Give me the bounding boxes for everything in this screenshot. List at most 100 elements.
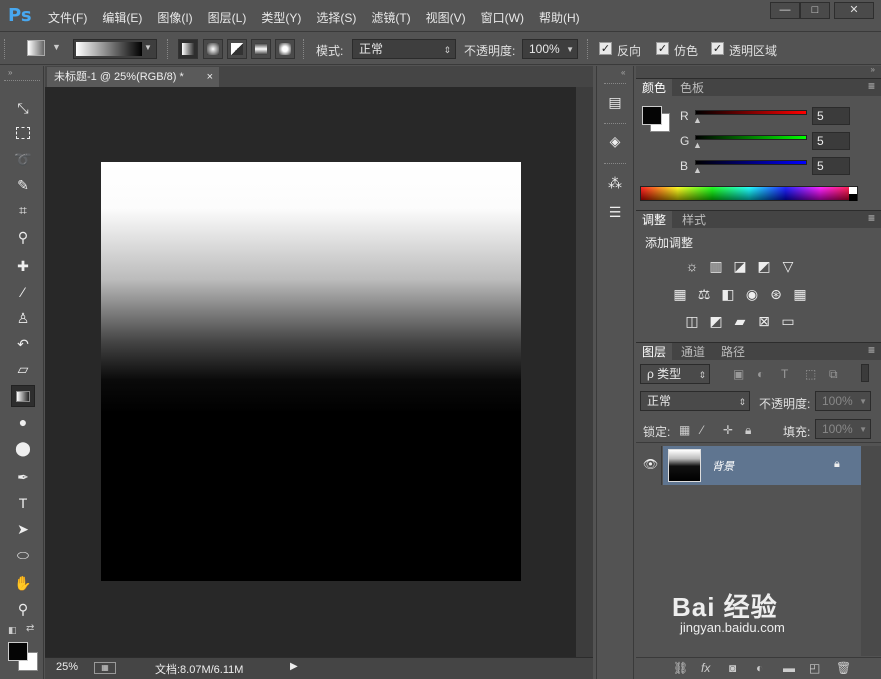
b-value-field[interactable]: 5: [812, 157, 850, 175]
new-layer-icon[interactable]: ◰: [809, 661, 820, 675]
clone-stamp-tool-icon[interactable]: ♙: [11, 307, 35, 329]
zoom-tool-icon[interactable]: ⚲: [11, 598, 35, 620]
play-icon[interactable]: ▶: [290, 661, 298, 672]
b-slider-handle[interactable]: ▲: [693, 165, 702, 175]
document-tab[interactable]: 未标题-1 @ 25%(RGB/8) * ×: [47, 67, 219, 87]
levels-icon[interactable]: ▥: [707, 257, 725, 275]
reverse-checkbox[interactable]: ✓: [599, 42, 612, 55]
dock-grip[interactable]: [604, 123, 626, 126]
foreground-color-swatch[interactable]: [8, 642, 28, 661]
lasso-tool-icon[interactable]: ➰: [11, 148, 35, 170]
radial-gradient-button[interactable]: [203, 39, 223, 59]
eyedropper-tool-icon[interactable]: ⚲: [11, 226, 35, 248]
r-slider[interactable]: [695, 110, 807, 115]
toolbar-grip[interactable]: [4, 80, 40, 83]
filter-smart-object-icon[interactable]: ⧉: [829, 367, 838, 382]
tab-color[interactable]: 颜色: [636, 79, 673, 97]
brush-panel-icon[interactable]: ☰: [604, 201, 626, 223]
lock-transparent-icon[interactable]: ▦: [679, 423, 690, 437]
color-balance-icon[interactable]: ⚖: [695, 285, 713, 303]
posterize-icon[interactable]: ◩: [707, 312, 725, 330]
gradient-tool-preset-icon[interactable]: [27, 40, 45, 56]
move-tool-icon[interactable]: ⤡: [11, 97, 35, 119]
crop-tool-icon[interactable]: ⌗: [11, 199, 35, 221]
menu-layer[interactable]: 图层(L): [208, 9, 247, 26]
menu-edit[interactable]: 编辑(E): [102, 9, 142, 26]
lock-position-icon[interactable]: ✛: [723, 423, 733, 437]
filter-type-icon[interactable]: T: [781, 367, 788, 381]
reflected-gradient-button[interactable]: [251, 39, 271, 59]
gradient-map-icon[interactable]: ▭: [779, 312, 797, 330]
tab-layers[interactable]: 图层: [636, 343, 673, 361]
vertical-scrollbar[interactable]: [576, 87, 593, 657]
tab-paths[interactable]: 路径: [715, 343, 751, 361]
pen-tool-icon[interactable]: ✒: [11, 466, 35, 488]
foreground-color-swatch[interactable]: [642, 106, 662, 125]
r-slider-handle[interactable]: ▲: [693, 115, 702, 125]
black-white-icon[interactable]: ◧: [719, 285, 737, 303]
menu-filter[interactable]: 滤镜(T): [371, 9, 410, 26]
menu-help[interactable]: 帮助(H): [539, 9, 580, 26]
filter-pixel-icon[interactable]: ▣: [733, 367, 744, 381]
3d-panel-icon[interactable]: ◈: [604, 130, 626, 152]
collapse-icon[interactable]: »: [8, 68, 12, 77]
link-layers-icon[interactable]: ⛓: [673, 661, 688, 675]
history-brush-tool-icon[interactable]: ↶: [11, 333, 35, 355]
dock-grip[interactable]: [604, 83, 626, 86]
chevron-down-icon[interactable]: ▼: [52, 42, 61, 52]
eraser-tool-icon[interactable]: ▱: [11, 358, 35, 380]
color-spectrum-bar[interactable]: [640, 186, 858, 201]
tab-swatches[interactable]: 色板: [674, 79, 710, 97]
history-panel-icon[interactable]: ▤: [604, 91, 626, 113]
blend-mode-select[interactable]: 正常 ⇕: [640, 391, 750, 411]
color-lookup-icon[interactable]: ▦: [791, 285, 809, 303]
g-slider[interactable]: [695, 135, 807, 140]
dither-checkbox[interactable]: ✓: [656, 42, 669, 55]
marquee-tool-icon[interactable]: [11, 123, 35, 145]
menu-select[interactable]: 选择(S): [316, 9, 356, 26]
tab-styles[interactable]: 样式: [676, 211, 712, 229]
zoom-level[interactable]: 25%: [56, 661, 78, 673]
add-mask-icon[interactable]: ◙: [729, 661, 736, 675]
close-tab-icon[interactable]: ×: [207, 67, 213, 87]
menu-view[interactable]: 视图(V): [426, 9, 466, 26]
gradient-picker[interactable]: ▼: [73, 39, 157, 59]
swap-colors-icon[interactable]: ⇄: [26, 623, 34, 634]
selective-color-icon[interactable]: ⊠: [755, 312, 773, 330]
photo-filter-icon[interactable]: ◉: [743, 285, 761, 303]
linear-gradient-button[interactable]: [178, 39, 198, 59]
b-slider[interactable]: [695, 160, 807, 165]
quick-selection-tool-icon[interactable]: ✎: [11, 174, 35, 196]
delete-layer-icon[interactable]: 🗑︎: [836, 661, 851, 675]
exposure-icon[interactable]: ◩: [755, 257, 773, 275]
filter-shape-icon[interactable]: ⬚: [805, 367, 816, 381]
invert-icon[interactable]: ◫: [683, 312, 701, 330]
layer-name[interactable]: 背景: [712, 458, 734, 474]
collapse-icon[interactable]: »: [871, 65, 875, 74]
tab-channels[interactable]: 通道: [675, 343, 711, 361]
channel-mixer-icon[interactable]: ⊛: [767, 285, 785, 303]
maximize-button[interactable]: □: [800, 2, 830, 19]
g-value-field[interactable]: 5: [812, 132, 850, 150]
collapse-icon[interactable]: «: [621, 68, 625, 77]
layers-scrollbar[interactable]: [861, 446, 881, 656]
threshold-icon[interactable]: ▰: [731, 312, 749, 330]
panel-menu-icon[interactable]: ≡: [868, 211, 875, 225]
gradient-tool-icon[interactable]: [11, 385, 35, 407]
document-canvas[interactable]: [101, 162, 521, 581]
status-icon[interactable]: ▦: [94, 662, 116, 674]
close-button[interactable]: ✕: [834, 2, 874, 19]
transparency-checkbox[interactable]: ✓: [711, 42, 724, 55]
brush-presets-icon[interactable]: ⁂: [604, 172, 626, 194]
ellipse-tool-icon[interactable]: ⬭: [11, 544, 35, 566]
layer-style-icon[interactable]: fx: [701, 661, 710, 675]
angle-gradient-button[interactable]: [227, 39, 247, 59]
panel-menu-icon[interactable]: ≡: [868, 343, 875, 357]
r-value-field[interactable]: 5: [812, 107, 850, 125]
menu-type[interactable]: 类型(Y): [261, 9, 301, 26]
layer-opacity-field[interactable]: 100% ▼: [815, 391, 871, 411]
curves-icon[interactable]: ◪: [731, 257, 749, 275]
type-tool-icon[interactable]: T: [11, 492, 35, 514]
layer-filter-select[interactable]: ρ 类型 ⇕: [640, 364, 710, 384]
vibrance-icon[interactable]: ▽: [779, 257, 797, 275]
